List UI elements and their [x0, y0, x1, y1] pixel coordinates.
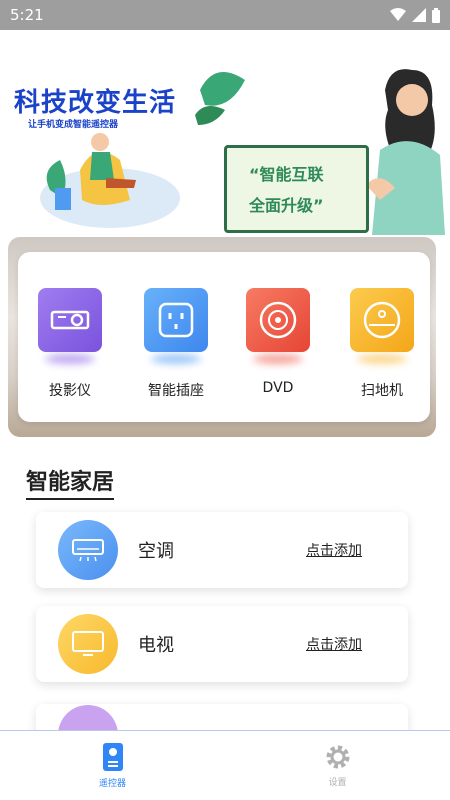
- projector-shadow: [45, 354, 95, 364]
- device-label: 智能插座: [148, 383, 204, 399]
- projector-icon: [38, 288, 102, 352]
- device-label: DVD: [262, 380, 294, 396]
- device-panel: 投影仪 智能插座 DVD 扫地机: [18, 252, 430, 422]
- tab-label: 遥控器: [98, 779, 126, 789]
- status-time: 5:21: [10, 6, 44, 24]
- wifi-icon: [390, 8, 406, 21]
- board-line-2: 全面升级”: [249, 196, 324, 215]
- add-tv-link[interactable]: 点击添加: [306, 634, 362, 654]
- air-conditioner-icon: [58, 520, 118, 580]
- promo-banner[interactable]: 科技改变生活 让手机变成智能遥控器 “智能互联 全面升级”: [0, 30, 450, 235]
- status-bar: 5:21: [0, 0, 450, 30]
- add-air-conditioner-link[interactable]: 点击添加: [306, 540, 362, 560]
- home-item-air-conditioner[interactable]: 空调 点击添加: [36, 512, 408, 588]
- gear-icon: [326, 745, 349, 769]
- home-item-tv[interactable]: 电视 点击添加: [36, 606, 408, 682]
- bottom-tab-bar: 遥控器 设置: [0, 730, 450, 800]
- device-label: 投影仪: [49, 383, 91, 399]
- status-icons: [390, 7, 440, 23]
- banner-slogan: 科技改变生活: [14, 88, 177, 118]
- tab-label: 设置: [328, 778, 347, 788]
- device-projector[interactable]: 投影仪: [30, 288, 110, 400]
- signal-icon: [412, 8, 426, 22]
- socket-icon: [144, 288, 208, 352]
- socket-shadow: [151, 354, 201, 364]
- board-line-1: “智能互联: [249, 165, 324, 184]
- dvd-icon: [246, 288, 310, 352]
- robot-vacuum-icon: [350, 288, 414, 352]
- section-title: 智能家居: [26, 464, 115, 500]
- remote-icon: [102, 743, 123, 771]
- banner-subslogan: 让手机变成智能遥控器: [28, 120, 119, 130]
- tab-settings[interactable]: 设置: [225, 731, 450, 800]
- home-item-name: 电视: [138, 635, 174, 656]
- robot-vacuum-shadow: [357, 354, 407, 364]
- device-label: 扫地机: [361, 383, 403, 399]
- tv-icon: [58, 614, 118, 674]
- banner-board: “智能互联 全面升级”: [224, 145, 369, 233]
- device-socket[interactable]: 智能插座: [136, 288, 216, 400]
- home-item-name: 空调: [138, 541, 174, 562]
- device-robot-vacuum[interactable]: 扫地机: [342, 288, 422, 400]
- device-dvd[interactable]: DVD: [238, 288, 318, 396]
- battery-icon: [432, 7, 440, 23]
- dvd-shadow: [253, 354, 303, 364]
- tab-remote[interactable]: 遥控器: [0, 731, 225, 800]
